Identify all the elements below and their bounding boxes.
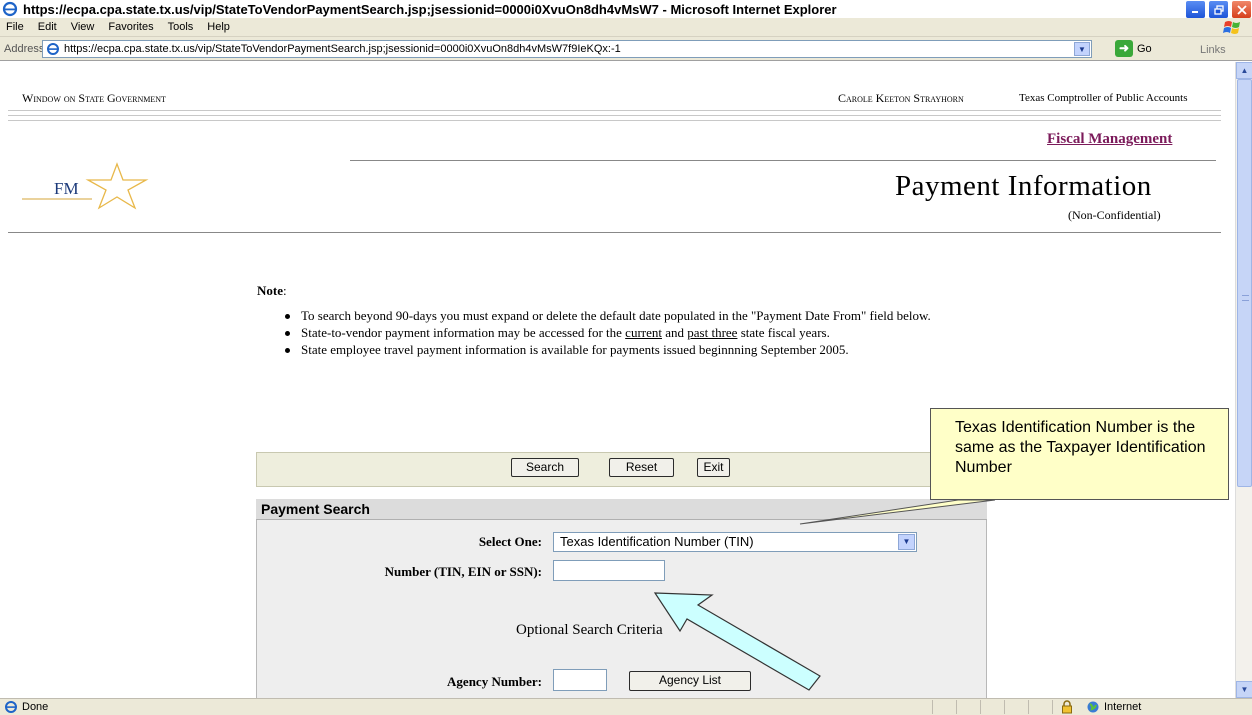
fiscal-management-link[interactable]: Fiscal Management xyxy=(1047,131,1172,148)
note-label: Note: xyxy=(257,283,287,298)
page-ie-icon xyxy=(47,43,59,55)
globe-icon xyxy=(1087,701,1099,713)
status-text: Done xyxy=(22,701,49,713)
agency-number-label: Agency Number: xyxy=(447,674,542,689)
scroll-down-icon[interactable]: ▼ xyxy=(1236,681,1252,698)
number-label: Number (TIN, EIN or SSN): xyxy=(384,564,542,579)
fm-star-logo: FM xyxy=(22,162,149,210)
comptroller-name: Carole Keeton Strayhorn xyxy=(838,91,964,105)
note-item: State employee travel payment informatio… xyxy=(273,342,973,358)
payment-search-heading: Payment Search xyxy=(256,499,987,520)
past-three-link-text: past three xyxy=(687,325,738,340)
zone-text: Internet xyxy=(1104,701,1142,713)
vertical-scrollbar[interactable]: ▲ ▼ xyxy=(1235,62,1252,698)
ie-logo-icon xyxy=(2,1,18,17)
minimize-button[interactable] xyxy=(1185,0,1206,19)
minimize-icon xyxy=(1192,11,1198,13)
note-item-text: state fiscal years. xyxy=(737,325,830,340)
note-item: State-to-vendor payment information may … xyxy=(273,325,973,341)
note-item: To search beyond 90-days you must expand… xyxy=(273,308,973,324)
payment-search-panel xyxy=(256,499,987,698)
header-rules xyxy=(8,110,1221,125)
agency-list-button[interactable]: Agency List xyxy=(629,671,751,691)
security-zone: Internet xyxy=(1060,700,1141,714)
callout-text: Texas Identification Number is the same … xyxy=(955,419,1206,476)
menu-bar: File Edit View Favorites Tools Help xyxy=(0,18,1252,37)
number-input[interactable] xyxy=(553,560,665,581)
note-label-text: Note xyxy=(257,283,283,298)
windows-flag-icon xyxy=(1223,21,1240,34)
header-divider xyxy=(8,232,1221,233)
scroll-up-icon[interactable]: ▲ xyxy=(1236,62,1252,79)
page-title: Payment Information xyxy=(895,170,1152,202)
page-subtitle: (Non-Confidential) xyxy=(1068,208,1161,222)
agency-number-input[interactable] xyxy=(553,669,607,691)
scroll-thumb[interactable] xyxy=(1237,79,1252,487)
chevron-down-icon[interactable]: ▼ xyxy=(898,534,915,550)
address-bar: Address https://ecpa.cpa.state.tx.us/vip… xyxy=(0,37,1252,61)
address-url: https://ecpa.cpa.state.tx.us/vip/StateTo… xyxy=(64,43,621,55)
id-type-select-value: Texas Identification Number (TIN) xyxy=(560,534,754,549)
go-button[interactable]: ➜ Go xyxy=(1115,40,1152,57)
restore-button[interactable] xyxy=(1208,0,1229,19)
menu-edit[interactable]: Edit xyxy=(38,21,57,33)
note-list: To search beyond 90-days you must expand… xyxy=(273,308,973,359)
optional-criteria-heading: Optional Search Criteria xyxy=(516,622,663,638)
page-done-icon xyxy=(5,701,17,713)
address-dropdown-icon[interactable]: ▼ xyxy=(1074,42,1090,56)
agency-name: Texas Comptroller of Public Accounts xyxy=(1019,92,1188,104)
close-button[interactable] xyxy=(1231,0,1252,19)
menu-tools[interactable]: Tools xyxy=(168,21,194,33)
exit-button[interactable]: Exit xyxy=(697,458,730,477)
note-item-text: State-to-vendor payment information may … xyxy=(301,325,626,340)
menu-help[interactable]: Help xyxy=(207,21,230,33)
menu-view[interactable]: View xyxy=(71,21,95,33)
id-type-select[interactable]: Texas Identification Number (TIN) ▼ xyxy=(553,532,917,552)
menu-favorites[interactable]: Favorites xyxy=(108,21,153,33)
reset-button[interactable]: Reset xyxy=(609,458,674,477)
search-button[interactable]: Search xyxy=(511,458,579,477)
fm-logo-text: FM xyxy=(54,179,79,198)
window-titlebar: https://ecpa.cpa.state.tx.us/vip/StateTo… xyxy=(0,0,1252,19)
current-link-text: current xyxy=(625,325,662,340)
page-viewport: Window on State Government Carole Keeton… xyxy=(0,62,1235,698)
window-on-state-government-title: Window on State Government xyxy=(22,91,166,105)
window-title: https://ecpa.cpa.state.tx.us/vip/StateTo… xyxy=(23,1,837,17)
go-arrow-icon: ➜ xyxy=(1115,40,1133,57)
restore-icon xyxy=(1213,4,1224,15)
links-button[interactable]: Links xyxy=(1200,44,1226,56)
select-one-label: Select One: xyxy=(478,534,542,549)
close-icon xyxy=(1236,4,1247,15)
address-label: Address xyxy=(4,42,45,55)
note-item-text: and xyxy=(661,325,688,340)
go-label: Go xyxy=(1137,42,1152,55)
address-field[interactable]: https://ecpa.cpa.state.tx.us/vip/StateTo… xyxy=(42,40,1092,58)
menu-file[interactable]: File xyxy=(6,21,24,33)
title-rule xyxy=(350,160,1216,161)
lock-icon xyxy=(1062,700,1072,714)
status-bar: Done Internet xyxy=(0,698,1252,715)
